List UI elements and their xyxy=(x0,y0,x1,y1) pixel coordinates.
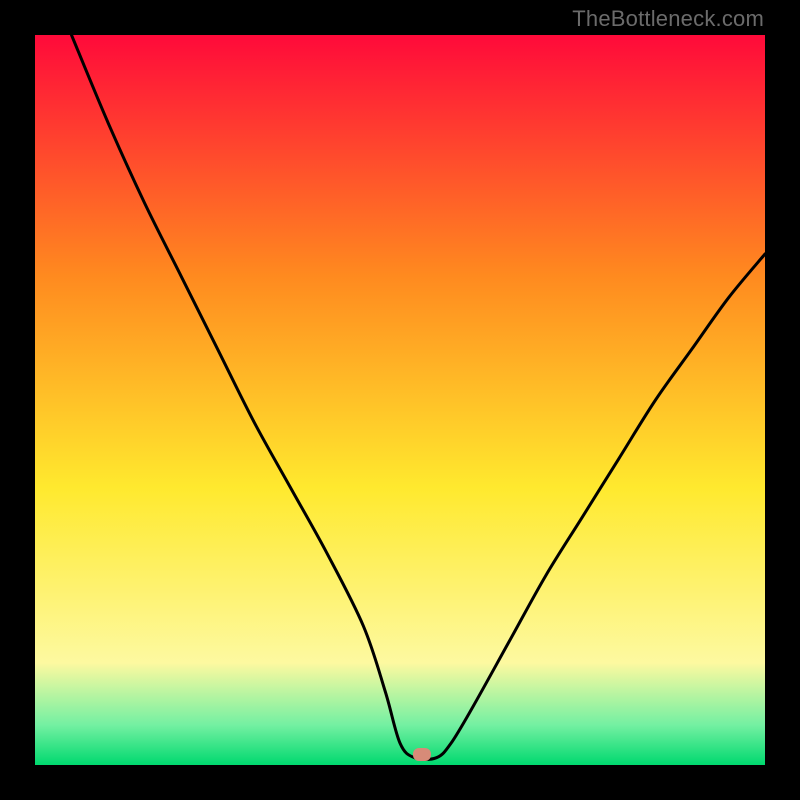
watermark-text: TheBottleneck.com xyxy=(572,6,764,32)
plot-area xyxy=(35,35,765,765)
chart-frame: TheBottleneck.com xyxy=(0,0,800,800)
bottleneck-curve xyxy=(35,35,765,765)
optimal-marker xyxy=(413,748,431,761)
